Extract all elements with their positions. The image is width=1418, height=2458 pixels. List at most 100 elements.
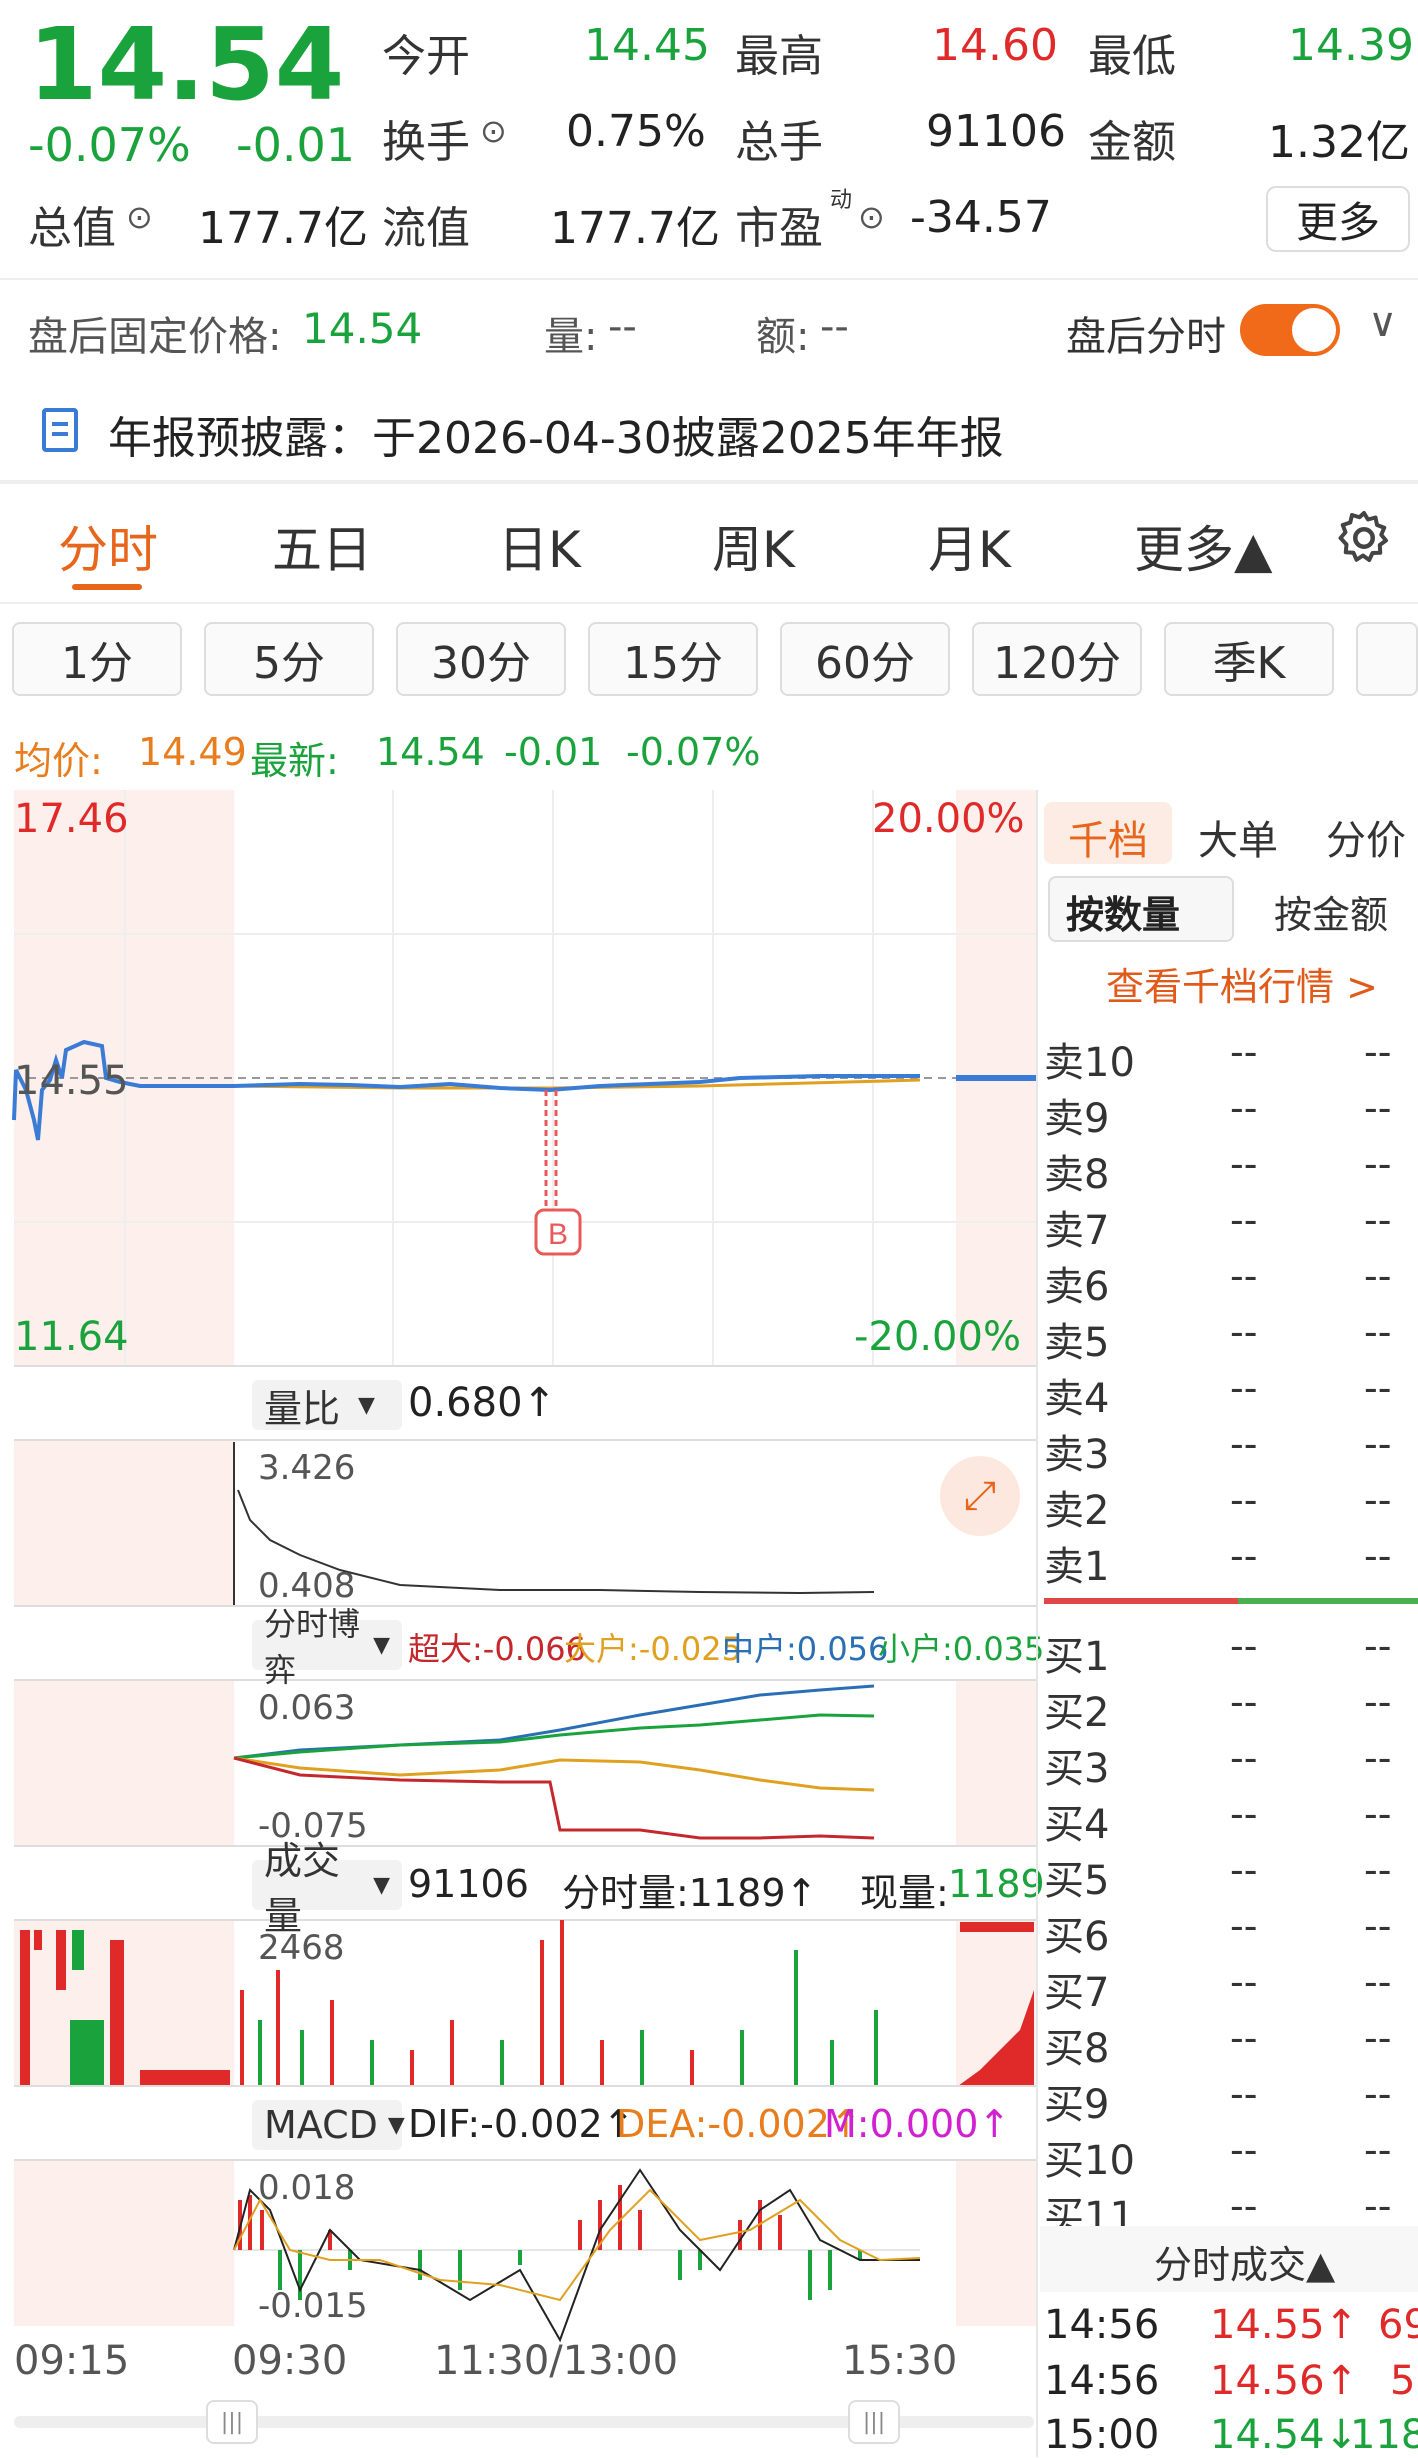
volume-bar (276, 1970, 280, 2086)
amount-label: 金额 (1088, 117, 1176, 168)
bid-price: -- (1230, 1792, 1258, 1836)
float-label: 流值 (382, 203, 470, 254)
volume-ratio-value: 0.680↑ (408, 1380, 557, 1426)
macd-selector[interactable]: MACD ▼ (252, 2100, 405, 2150)
order-book-tab-price[interactable]: 分价 (1326, 808, 1406, 866)
ask-volume: -- (1364, 1422, 1392, 1466)
volume-bar (410, 2050, 414, 2086)
info-icon[interactable]: ⊙ (126, 198, 153, 236)
tab-monthly-k[interactable]: 月K (928, 510, 1011, 582)
bid-label: 买7 (1044, 1970, 1110, 2016)
scroll-handle-right[interactable]: ||| (848, 2400, 900, 2444)
price-axis-mid: 14.55 (14, 1058, 129, 1104)
volume-bar-pre (34, 1930, 42, 1950)
pct-axis-top: 20.00% (872, 796, 1025, 842)
macd-label: MACD (264, 2103, 378, 2147)
trade-price: 14.56↑ (1210, 2358, 1359, 2404)
more-button[interactable]: 更多 (1266, 186, 1410, 252)
ask-price: -- (1230, 1142, 1258, 1186)
period-30min[interactable]: 30分 (396, 622, 566, 696)
document-icon-line (52, 422, 68, 426)
trade-price: 14.55↑ (1210, 2302, 1359, 2348)
flow-super: 超大:-0.066 (408, 1630, 586, 1668)
flow-label: 分时博弈 (264, 1605, 361, 1689)
mktcap-label: 总值 (28, 203, 116, 254)
ask-volume: -- (1364, 1254, 1392, 1298)
caret-down-icon: ▼ (373, 1872, 390, 1898)
macd-dif: DIF:-0.002↑ (408, 2102, 635, 2146)
order-book-tab-thousand[interactable]: 千档 (1068, 808, 1148, 866)
volume-selector[interactable]: 成交量 ▼ (252, 1839, 402, 1938)
after-hours-vol-label: 量: (544, 314, 598, 360)
volume-bar (690, 2050, 694, 2086)
chevron-down-icon[interactable]: ∨ (1368, 300, 1397, 346)
ask-label: 卖6 (1044, 1264, 1110, 1310)
bid-label: 买1 (1044, 1634, 1110, 1680)
bid-label: 买6 (1044, 1914, 1110, 1960)
order-book-divider (1036, 790, 1038, 2457)
tab-active-indicator (72, 584, 142, 590)
volume-ratio-selector[interactable]: 量比 ▼ (252, 1380, 402, 1431)
low-value: 14.39 (1288, 20, 1414, 71)
gear-icon[interactable] (1334, 508, 1394, 568)
trade-time: 14:56 (1044, 2302, 1160, 2348)
after-hours-shade (956, 1680, 1036, 1846)
volume-bar (258, 2020, 262, 2086)
volume-max: 2468 (258, 1928, 345, 1968)
volume-ratio-label: 量比 (264, 1386, 341, 1431)
expand-icon[interactable]: ⤢ (940, 1456, 1020, 1536)
document-icon-line (52, 432, 68, 436)
low-label: 最低 (1088, 31, 1176, 82)
bid-volume: -- (1364, 1960, 1392, 2004)
subtab-by-amount[interactable]: 按金额 (1274, 884, 1388, 939)
flow-small: 小户:0.035 (878, 1630, 1045, 1668)
annual-report-notice[interactable]: 年报预披露：于2026-04-30披露2025年年报 (108, 402, 1004, 466)
period-5min[interactable]: 5分 (204, 622, 374, 696)
tab-daily-k[interactable]: 日K (498, 510, 581, 582)
tab-intraday[interactable]: 分时 (58, 510, 158, 582)
subtab-by-quantity[interactable]: 按数量 (1066, 884, 1180, 939)
amount-value: 1.32亿 (1268, 117, 1410, 168)
price-axis-bottom: 11.64 (14, 1314, 129, 1360)
period-1min[interactable]: 1分 (12, 622, 182, 696)
period-120min[interactable]: 120分 (972, 622, 1142, 696)
scroll-handle-left[interactable]: ||| (206, 2400, 258, 2444)
volume-bar (560, 1920, 564, 2086)
buy-marker-label: B (548, 1218, 568, 1251)
trades-toggle[interactable]: 分时成交▲ (1154, 2234, 1335, 2289)
info-icon[interactable]: ⊙ (480, 112, 507, 150)
ask-label: 卖7 (1044, 1208, 1110, 1254)
period-15min[interactable]: 15分 (588, 622, 758, 696)
bid-volume: -- (1364, 2016, 1392, 2060)
volume-bar-pre (20, 1930, 30, 2086)
period-quarter-k[interactable]: 季K (1164, 622, 1334, 696)
flow-max: 0.063 (258, 1688, 356, 1728)
bid-label: 买3 (1044, 1746, 1110, 1792)
open-value: 14.45 (584, 20, 710, 71)
view-thousand-depth-link[interactable]: 查看千档行情 > (1106, 956, 1378, 1011)
tab-more[interactable]: 更多▲ (1134, 510, 1272, 582)
after-hours-toggle[interactable] (1240, 304, 1340, 356)
macd-m: M:0.000↑ (824, 2102, 1011, 2146)
caret-down-icon: ▼ (373, 1632, 390, 1658)
tab-weekly-k[interactable]: 周K (712, 510, 795, 582)
tab-five-day[interactable]: 五日 (272, 510, 372, 582)
order-book-tab-large[interactable]: 大单 (1198, 808, 1278, 866)
current-volume: 1189 (948, 1862, 1045, 1906)
volume-bar (300, 2030, 304, 2086)
ask-volume: -- (1364, 1086, 1392, 1130)
bid-volume: -- (1364, 1624, 1392, 1668)
period-more[interactable] (1356, 622, 1418, 696)
flow-selector[interactable]: 分时博弈 ▼ (252, 1605, 402, 1689)
bid-label: 买10 (1044, 2138, 1135, 2184)
trade-time: 14:56 (1044, 2358, 1160, 2404)
bid-price: -- (1230, 2016, 1258, 2060)
trade-volume: 1189 (1350, 2412, 1418, 2458)
info-icon[interactable]: ⊙ (858, 198, 885, 236)
volume-bar (240, 1990, 244, 2086)
bid-volume: -- (1364, 1736, 1392, 1780)
ask-price: -- (1230, 1422, 1258, 1466)
period-60min[interactable]: 60分 (780, 622, 950, 696)
latest-change: -0.01 (504, 730, 603, 774)
ask-price: -- (1230, 1478, 1258, 1522)
